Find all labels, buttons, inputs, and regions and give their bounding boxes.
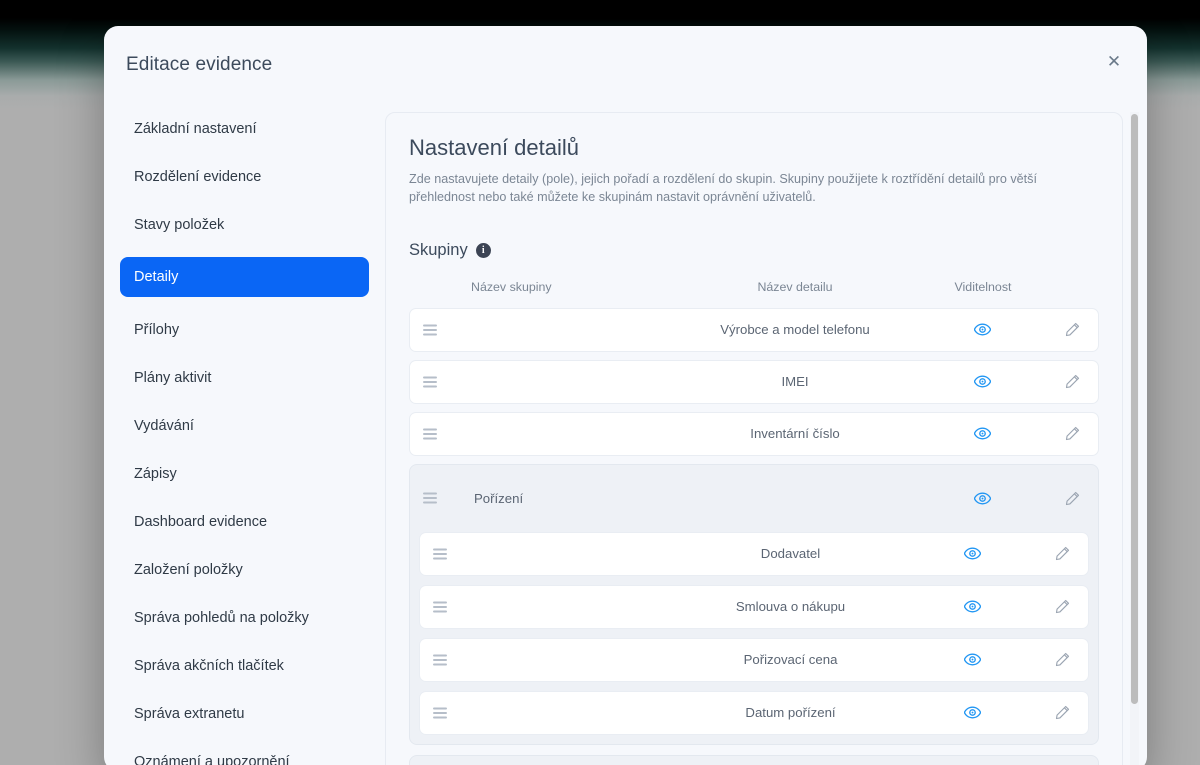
visibility-eye-icon[interactable] [918, 375, 1046, 388]
sidebar-item-1[interactable]: Základní nastavení [120, 113, 369, 144]
details-settings-panel: Nastavení detailů Zde nastavujete detail… [385, 112, 1123, 765]
table-row-detail[interactable]: IMEI [409, 359, 1099, 404]
edit-pencil-icon[interactable] [1036, 599, 1088, 614]
edit-pencil-icon[interactable] [1046, 374, 1098, 389]
table-row-detail[interactable]: Dodavatel [419, 531, 1089, 576]
cell-detail-name: Smlouva o nákupu [735, 599, 846, 614]
sidebar-item-5[interactable]: Přílohy [120, 314, 369, 345]
visibility-eye-icon[interactable] [918, 323, 1046, 336]
table-group-block: Pořízení Dodavatel Smlouva o nákupu Pořizov… [409, 463, 1099, 745]
sidebar-item-label: Vydávání [134, 417, 194, 434]
cell-detail-name: Pořizovací cena [743, 652, 838, 667]
drag-handle-icon[interactable] [420, 707, 473, 719]
edit-evidence-modal: Editace evidence ✕ Základní nastavení Roz… [104, 26, 1147, 765]
section-title-label: Skupiny [409, 240, 468, 259]
panel-title: Nastavení detailů [409, 135, 579, 160]
table-row-group[interactable]: Umístění [410, 756, 1098, 765]
table-header-row: Název skupiny Název detailu Viditelnost [409, 274, 1099, 300]
cell-detail-name: Výrobce a model telefonu [720, 322, 870, 337]
sidebar-item-4[interactable]: Detaily [120, 257, 369, 297]
visibility-eye-icon[interactable] [908, 547, 1036, 560]
sidebar-item-label: Stavy položek [134, 216, 225, 233]
table-row-detail[interactable]: Pořizovací cena [419, 637, 1089, 682]
groups-section-heading: Skupiny i [409, 241, 1099, 260]
sidebar-item-label: Plány aktivit [134, 369, 212, 386]
visibility-eye-icon[interactable] [908, 600, 1036, 613]
column-header-detail-name: Název detailu [757, 279, 833, 294]
page-title: Editace evidence [126, 54, 273, 75]
sidebar-item-label: Rozdělení evidence [134, 168, 262, 185]
edit-pencil-icon[interactable] [1046, 426, 1098, 441]
sidebar-item-label: Dashboard evidence [134, 513, 268, 530]
edit-pencil-icon[interactable] [1046, 491, 1098, 506]
content-region: Nastavení detailů Zde nastavujete detail… [385, 92, 1147, 765]
sidebar-item-7[interactable]: Vydávání [120, 410, 369, 441]
drag-handle-icon[interactable] [420, 548, 473, 560]
panel-description: Zde nastavujete detaily (pole), jejich p… [409, 172, 1037, 205]
scrollbar-thumb[interactable] [1131, 114, 1138, 704]
sidebar-item-label: Zápisy [134, 465, 177, 482]
sidebar-item-label: Oznámení a upozornění [134, 753, 290, 765]
column-header-visibility: Viditelnost [954, 279, 1012, 294]
sidebar-item-label: Detaily [134, 269, 179, 285]
column-header-group-name: Název skupiny [471, 279, 552, 294]
sidebar-item-label: Správa akčních tlačítek [134, 657, 284, 674]
table-row-detail[interactable]: Smlouva o nákupu [419, 584, 1089, 629]
sidebar-item-2[interactable]: Rozdělení evidence [120, 161, 369, 192]
sidebar-item-14[interactable]: Oznámení a upozornění [120, 746, 369, 765]
sidebar-item-label: Správa extranetu [134, 705, 245, 722]
cell-detail-name: IMEI [781, 374, 809, 389]
cell-detail-name: Datum pořízení [745, 705, 836, 720]
drag-handle-icon[interactable] [410, 376, 472, 388]
edit-pencil-icon[interactable] [1036, 546, 1088, 561]
sidebar-item-label: Přílohy [134, 321, 180, 338]
table-row-detail[interactable]: Datum pořízení [419, 690, 1089, 735]
visibility-eye-icon[interactable] [918, 427, 1046, 440]
visibility-eye-icon[interactable] [918, 492, 1046, 505]
edit-pencil-icon[interactable] [1036, 652, 1088, 667]
table-row-group[interactable]: Pořízení [410, 465, 1098, 532]
sidebar-item-12[interactable]: Správa akčních tlačítek [120, 650, 369, 681]
drag-handle-icon[interactable] [410, 324, 472, 336]
sidebar-item-6[interactable]: Plány aktivit [120, 362, 369, 393]
sidebar-item-10[interactable]: Založení položky [120, 554, 369, 585]
modal-header: Editace evidence ✕ [104, 26, 1147, 92]
info-icon[interactable]: i [475, 242, 491, 258]
sidebar: Základní nastavení Rozdělení evidence Stav… [104, 92, 385, 765]
sidebar-item-3[interactable]: Stavy položek [120, 209, 369, 240]
sidebar-item-9[interactable]: Dashboard evidence [120, 506, 369, 537]
content-scrollbar[interactable] [1130, 112, 1139, 765]
sidebar-item-label: Základní nastavení [134, 120, 257, 137]
table-row-detail[interactable]: Výrobce a model telefonu [409, 307, 1099, 352]
close-icon[interactable]: ✕ [1101, 48, 1127, 74]
drag-handle-icon[interactable] [410, 428, 472, 440]
details-table: Výrobce a model telefonu IMEI Inventární č… [409, 307, 1099, 765]
table-row-detail[interactable]: Inventární číslo [409, 411, 1099, 456]
drag-handle-icon[interactable] [420, 654, 473, 666]
drag-handle-icon[interactable] [420, 601, 473, 613]
sidebar-item-8[interactable]: Zápisy [120, 458, 369, 489]
sidebar-item-label: Založení položky [134, 561, 243, 578]
edit-pencil-icon[interactable] [1036, 705, 1088, 720]
sidebar-item-11[interactable]: Správa pohledů na položky [120, 602, 369, 633]
drag-handle-icon[interactable] [410, 492, 472, 504]
visibility-eye-icon[interactable] [908, 706, 1036, 719]
sidebar-item-label: Správa pohledů na položky [134, 609, 309, 626]
table-group-block: Umístění [409, 754, 1099, 765]
modal-body: Základní nastavení Rozdělení evidence Stav… [104, 92, 1147, 765]
cell-detail-name: Dodavatel [760, 546, 821, 561]
cell-group-name: Pořízení [474, 490, 524, 506]
sidebar-item-13[interactable]: Správa extranetu [120, 698, 369, 729]
edit-pencil-icon[interactable] [1046, 322, 1098, 337]
cell-detail-name: Inventární číslo [750, 426, 840, 441]
visibility-eye-icon[interactable] [908, 653, 1036, 666]
group-children: Dodavatel Smlouva o nákupu Pořizovací cena… [410, 531, 1098, 744]
